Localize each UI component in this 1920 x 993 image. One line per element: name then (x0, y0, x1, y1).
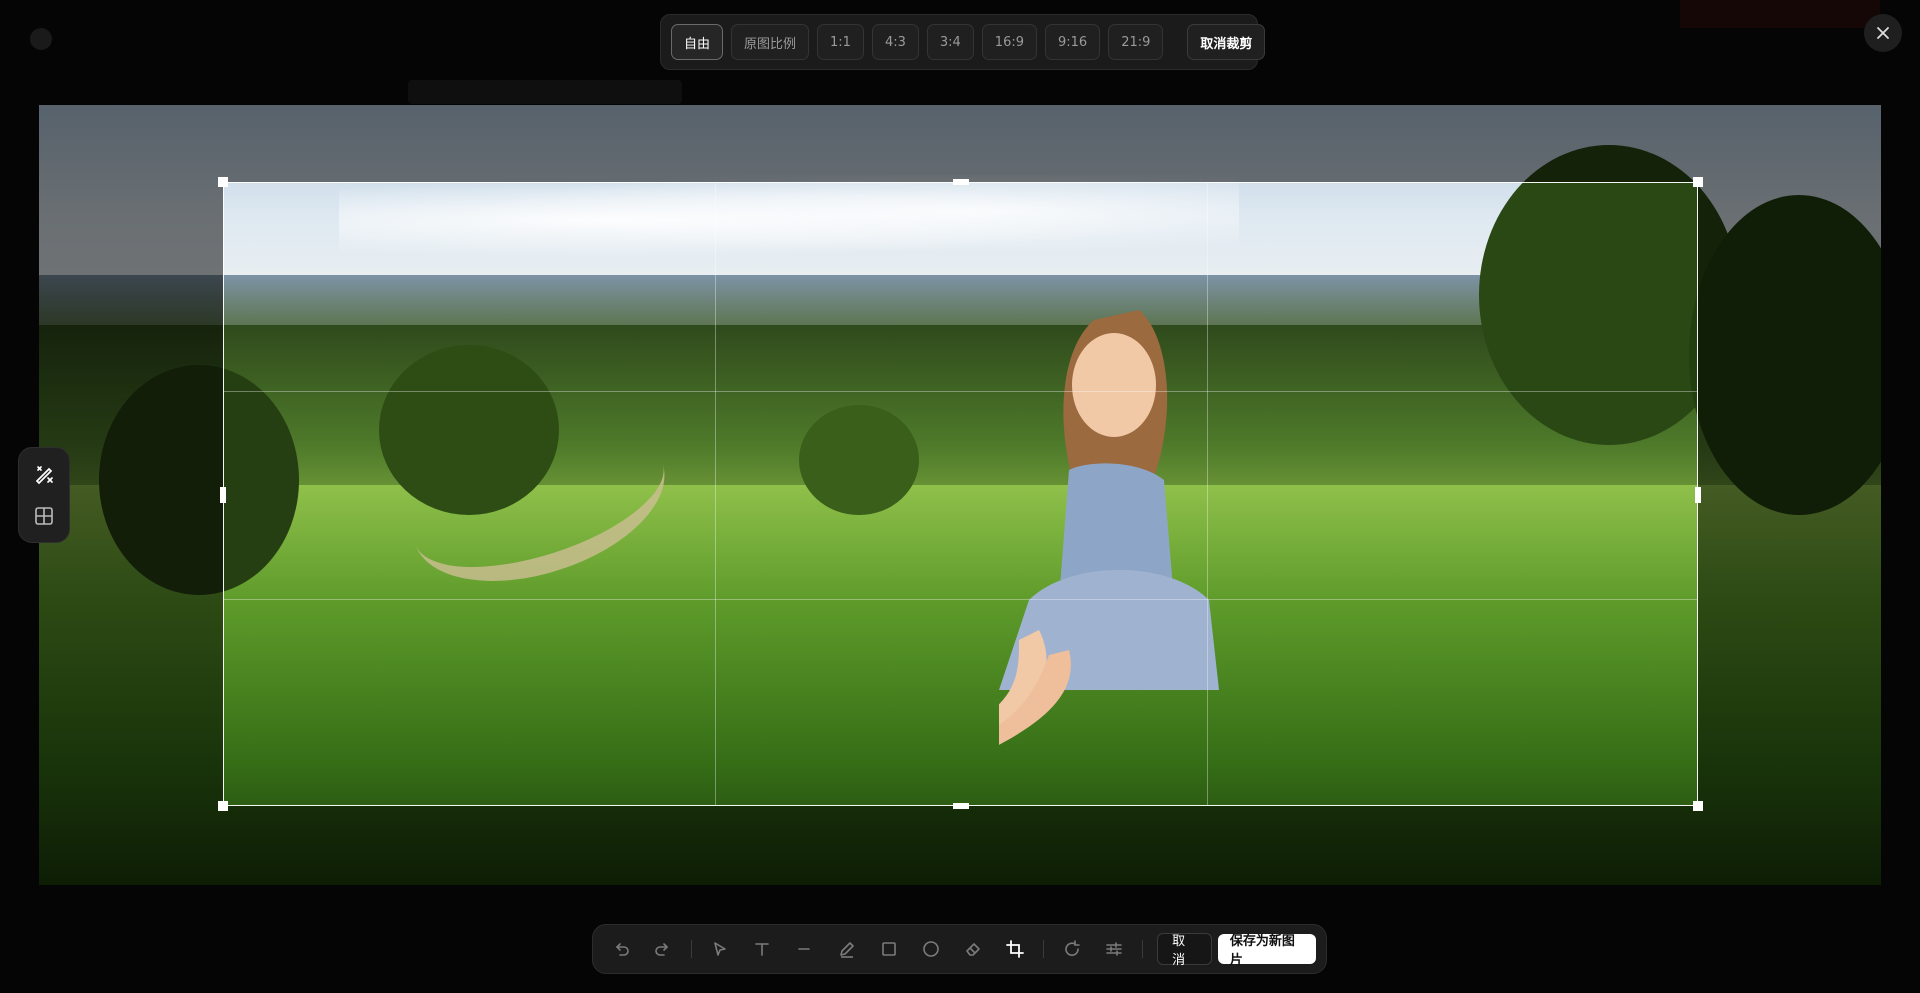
save-as-new-image-button[interactable]: 保存为新图片 (1217, 934, 1317, 968)
background-thumbnail (1680, 0, 1880, 28)
crop-grid-line (224, 391, 1697, 392)
close-icon (1877, 27, 1889, 39)
magic-pencil-icon (35, 465, 53, 484)
crop-handle-top[interactable] (953, 179, 969, 185)
undo-button[interactable] (603, 930, 639, 968)
crop-mask (1698, 182, 1881, 806)
crop-handle-bottom[interactable] (953, 803, 969, 809)
crop-handle-left[interactable] (220, 487, 226, 503)
layout-grid-button[interactable] (27, 499, 61, 533)
text-tool[interactable] (744, 930, 780, 968)
circle-icon (922, 941, 939, 957)
rectangle-icon (881, 942, 896, 956)
magic-edit-button[interactable] (27, 457, 61, 491)
crop-handle-bottom-right[interactable] (1693, 801, 1703, 811)
cancel-button[interactable]: 取消 (1157, 933, 1212, 968)
cancel-crop-button[interactable]: 取消裁剪 (1187, 24, 1266, 60)
crop-tool[interactable] (997, 930, 1033, 968)
ratio-16-9-button[interactable]: 16:9 (981, 24, 1037, 60)
crop-handle-bottom-left[interactable] (218, 801, 228, 811)
line-icon (798, 948, 811, 950)
app-logo (30, 28, 52, 50)
rotate-icon (1065, 940, 1080, 956)
crop-mask (39, 806, 1881, 885)
pen-icon (839, 942, 854, 958)
crop-grid-line (715, 183, 716, 805)
eraser-tool[interactable] (955, 930, 991, 968)
toolbar-divider (1043, 940, 1044, 958)
redo-icon (655, 943, 669, 956)
line-tool[interactable] (786, 930, 822, 968)
adjust-tool[interactable] (1096, 930, 1132, 968)
crop-mask (39, 105, 1881, 182)
crop-selection[interactable] (218, 177, 1703, 811)
crop-handle-top-left[interactable] (218, 177, 228, 187)
rotate-tool[interactable] (1054, 930, 1090, 968)
image-canvas[interactable] (39, 105, 1881, 885)
grid-icon (35, 507, 53, 526)
pen-tool[interactable] (829, 930, 865, 968)
eraser-icon (966, 943, 980, 956)
ratio-4-3-button[interactable]: 4:3 (871, 24, 919, 60)
ratio-9-16-button[interactable]: 9:16 (1045, 24, 1101, 60)
crop-grid-line (224, 599, 1697, 600)
toolbar-divider (1142, 940, 1144, 958)
side-toolbar (18, 447, 70, 543)
crop-grid-line (1207, 183, 1208, 805)
rectangle-tool[interactable] (871, 930, 907, 968)
undo-icon (615, 943, 629, 956)
crop-icon (1006, 940, 1024, 958)
adjust-sliders-icon (1106, 942, 1122, 956)
ratio-21-9-button[interactable]: 21:9 (1108, 24, 1164, 60)
circle-tool[interactable] (913, 930, 949, 968)
close-button[interactable] (1864, 14, 1902, 52)
toolbar-divider (691, 940, 693, 958)
ratio-3-4-button[interactable]: 3:4 (926, 24, 974, 60)
background-panel (408, 80, 682, 104)
aspect-ratio-toolbar: 自由 原图比例 1:1 4:3 3:4 16:9 9:16 21:9 取消裁剪 (660, 14, 1266, 70)
text-icon (755, 943, 770, 956)
select-arrow-icon (714, 942, 727, 956)
crop-handle-top-right[interactable] (1693, 177, 1703, 187)
ratio-1-1-button[interactable]: 1:1 (817, 24, 864, 60)
redo-button[interactable] (645, 930, 681, 968)
editor-toolbar: 取消 保存为新图片 (592, 924, 1327, 974)
select-tool[interactable] (702, 930, 738, 968)
ratio-free-button[interactable]: 自由 (671, 24, 724, 60)
ratio-original-button[interactable]: 原图比例 (731, 24, 810, 60)
crop-handle-right[interactable] (1695, 487, 1701, 503)
